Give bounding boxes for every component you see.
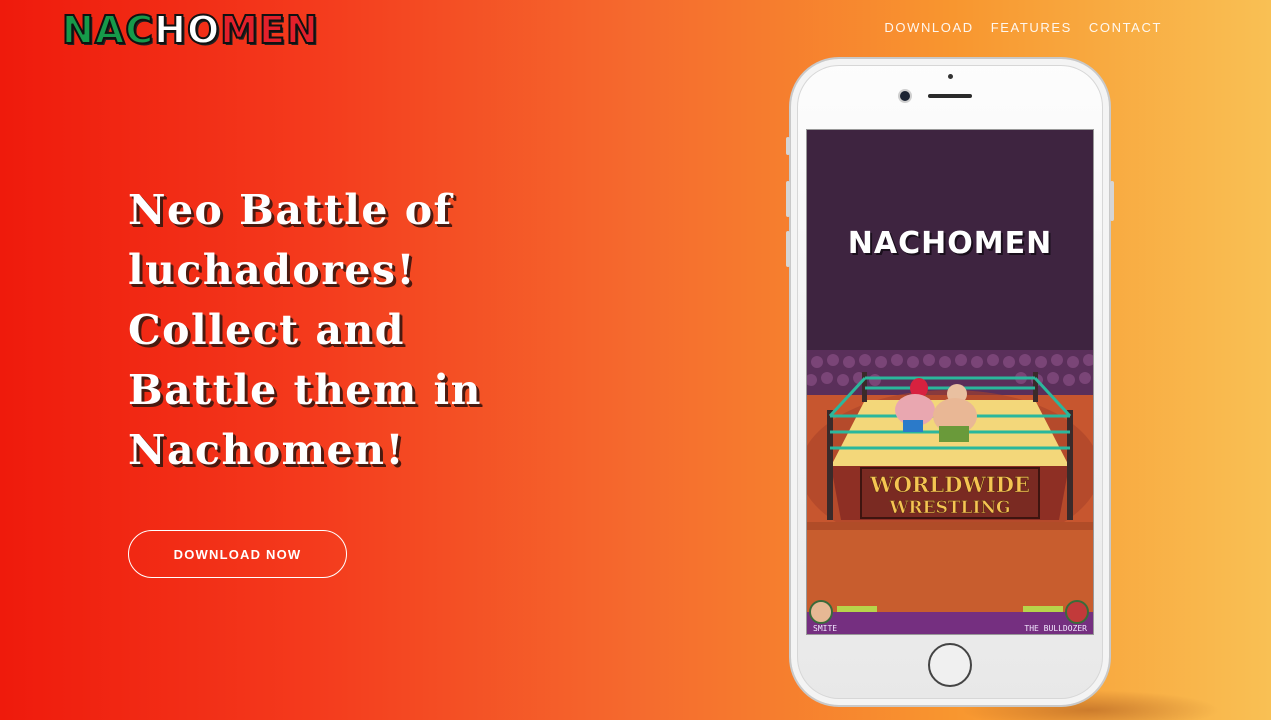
volume-down-button: [786, 231, 790, 267]
download-now-button[interactable]: DOWNLOAD NOW: [128, 530, 347, 578]
ring-post: [827, 410, 833, 520]
logo-letter: N: [61, 7, 95, 53]
main-nav: DOWNLOAD FEATURES CONTACT: [884, 20, 1162, 35]
headline-line: Neo Battle of: [128, 186, 453, 234]
arena-barrier: [807, 522, 1093, 530]
player-left-health: [837, 606, 877, 612]
proximity-sensor: [948, 74, 953, 79]
volume-up-button: [786, 181, 790, 217]
logo-letter: C: [124, 7, 155, 53]
logo-letter: H: [153, 7, 187, 53]
player-right-name: THE BULLDOZER: [1024, 624, 1087, 633]
headline-line: Nachomen!: [128, 426, 405, 474]
logo-letter: E: [258, 7, 287, 53]
player-left-name: SMITE: [813, 624, 837, 633]
hero-headline: Neo Battle of luchadores! Collect and Ba…: [128, 180, 548, 480]
ring-post: [1067, 410, 1073, 520]
logo[interactable]: N A C H O M E N: [61, 6, 319, 54]
ring-banner-line2: WRESTLING: [888, 498, 1010, 518]
power-button: [1110, 181, 1114, 221]
nav-link-contact[interactable]: CONTACT: [1089, 20, 1162, 35]
game-title: NACHOMEN: [847, 226, 1053, 261]
phone-screen: NACHOMEN WORLDWIDE WRESTLING SMITE THE B…: [806, 129, 1094, 635]
game-scene: WORLDWIDE WRESTLING SMITE THE BULLDOZER: [807, 350, 1093, 634]
player-right-portrait: [1065, 600, 1089, 624]
logo-letter: N: [285, 7, 319, 53]
logo-letter: M: [219, 7, 260, 53]
player-right-health: [1023, 606, 1063, 612]
player-left-portrait: [809, 600, 833, 624]
headline-line: Battle them in: [128, 366, 482, 414]
home-button[interactable]: [928, 643, 972, 687]
logo-letter: O: [186, 7, 221, 53]
nav-link-download[interactable]: DOWNLOAD: [884, 20, 973, 35]
headline-line: Collect and: [128, 306, 405, 354]
nav-link-features[interactable]: FEATURES: [991, 20, 1072, 35]
ring-banner-line1: WORLDWIDE: [869, 472, 1030, 497]
mute-switch: [786, 137, 790, 155]
headline-line: luchadores!: [128, 246, 417, 294]
phone-mockup: NACHOMEN WORLDWIDE WRESTLING SMITE THE B…: [786, 57, 1114, 707]
earpiece-speaker: [928, 94, 972, 98]
logo-letter: A: [94, 7, 126, 53]
front-camera: [900, 91, 910, 101]
